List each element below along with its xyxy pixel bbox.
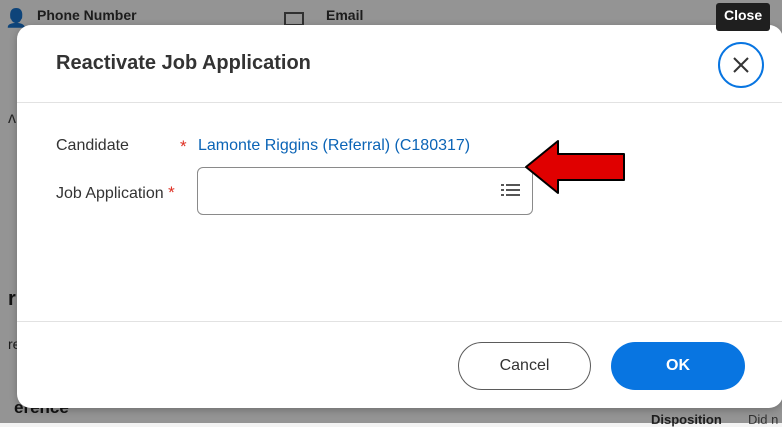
candidate-link[interactable]: Lamonte Riggins (Referral) (C180317) (198, 137, 470, 155)
close-button[interactable] (718, 42, 764, 88)
job-application-label: Job Application * (56, 183, 175, 203)
close-tooltip: Close (716, 3, 771, 31)
annotation-arrow-icon (525, 140, 625, 194)
candidate-label: Candidate (56, 137, 129, 154)
dialog-header: Reactivate Job Application (17, 25, 782, 103)
close-icon (733, 57, 749, 73)
reactivate-job-application-dialog: Reactivate Job Application Candidate * L… (17, 25, 782, 408)
ok-button[interactable]: OK (611, 342, 745, 390)
dialog-footer: Cancel OK (17, 321, 782, 409)
dialog-title: Reactivate Job Application (56, 52, 311, 74)
required-indicator: * (168, 183, 175, 202)
cancel-button[interactable]: Cancel (458, 342, 591, 390)
required-indicator: * (180, 137, 187, 156)
list-prompt-icon[interactable] (500, 181, 522, 203)
job-application-field[interactable] (197, 167, 533, 215)
job-application-label-text: Job Application (56, 185, 164, 202)
